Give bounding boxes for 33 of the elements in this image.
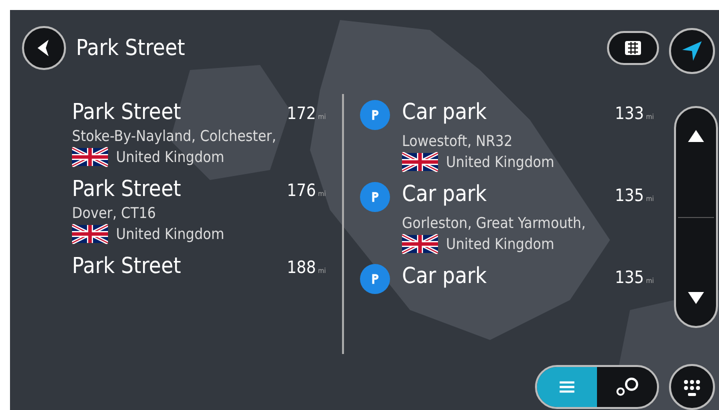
flag-icon (402, 152, 438, 172)
navigation-button[interactable] (669, 28, 715, 74)
result-address: Stoke-By-Nayland, Colchester, (72, 127, 278, 145)
result-name[interactable]: Car park (402, 182, 615, 207)
map-icon (623, 38, 643, 58)
distance: 135 (614, 268, 644, 288)
result-address: Lowestoft, NR32 (402, 132, 514, 150)
distance: 135 (614, 186, 644, 206)
distance: 133 (614, 104, 644, 124)
result-name[interactable]: Park Street (72, 177, 287, 202)
result-country: United Kingdom (446, 153, 554, 171)
back-button[interactable] (22, 26, 66, 70)
result-name[interactable]: Car park (402, 100, 615, 125)
map-view-tab[interactable] (597, 367, 657, 407)
result-address: Gorleston, Great Yarmouth, (402, 214, 587, 232)
flag-icon (402, 234, 438, 254)
map-view-button[interactable] (607, 31, 659, 65)
pins-icon (614, 376, 640, 398)
result-country: United Kingdom (446, 235, 554, 253)
list-view-tab[interactable] (537, 367, 597, 407)
flag-icon (72, 147, 108, 167)
search-title: Park Street (76, 36, 186, 60)
result-country: United Kingdom (116, 225, 224, 243)
distance: 188 (286, 258, 316, 278)
parking-icon (360, 264, 390, 294)
distance: 176 (286, 181, 316, 201)
result-address: Dover, CT16 (72, 204, 157, 222)
result-name[interactable]: Park Street (72, 254, 287, 279)
result-country: United Kingdom (116, 148, 224, 166)
result-name[interactable]: Car park (402, 264, 615, 289)
distance: 172 (286, 104, 316, 124)
flag-icon (72, 224, 108, 244)
result-name[interactable]: Park Street (72, 100, 287, 125)
